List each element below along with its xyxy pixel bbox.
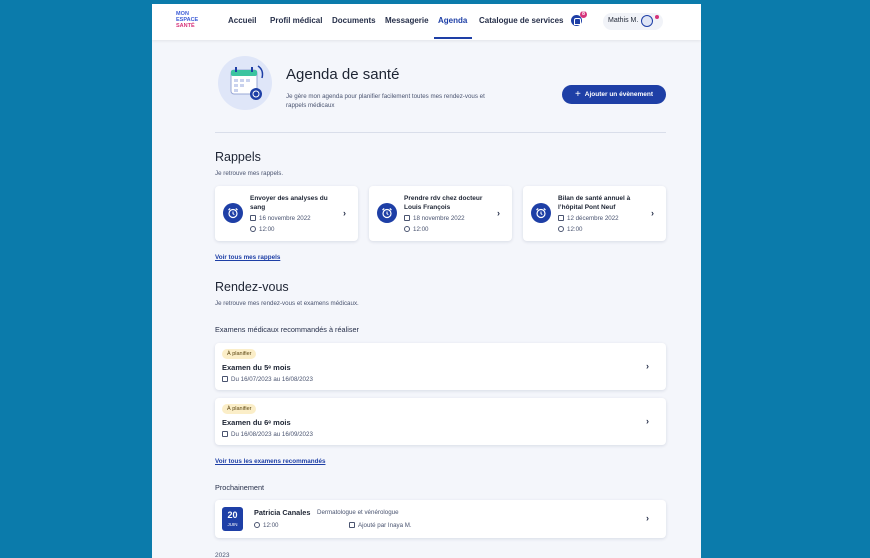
appointment-month: JUIN — [227, 522, 238, 527]
doctor-name: Patricia Canales — [254, 508, 311, 517]
exam-title: Examen du 6ᵉ mois — [222, 418, 291, 427]
year-label: 2023 — [215, 552, 230, 558]
reminder-card[interactable]: Envoyer des analyses du sang 16 novembre… — [215, 186, 358, 241]
reminder-title: Bilan de santé annuel à l’hôpital Pont N… — [558, 195, 631, 211]
exam-dates-text: Du 16/08/2023 au 16/09/2023 — [231, 431, 313, 438]
add-event-button[interactable]: + Ajouter un évènement — [562, 85, 666, 104]
top-navigation: MON ESPACE SANTÉ Accueil Profil médical … — [152, 4, 701, 40]
reminder-date-text: 18 novembre 2022 — [413, 215, 465, 222]
exam-dates-text: Du 16/07/2023 au 16/08/2023 — [231, 376, 313, 383]
nav-item-accueil[interactable]: Accueil — [228, 16, 256, 25]
calendar-icon — [250, 215, 256, 221]
reminder-date-text: 16 novembre 2022 — [259, 215, 311, 222]
alarm-clock-icon — [223, 203, 243, 223]
chevron-right-icon: › — [646, 361, 649, 371]
doctor-specialty: Dermatologue et vénérologue — [317, 509, 399, 516]
reminder-date: 18 novembre 2022 — [404, 215, 465, 222]
nav-item-messagerie[interactable]: Messagerie — [385, 16, 429, 25]
appointment-time-text: 12:00 — [263, 522, 279, 529]
section-title-rendez-vous: Rendez-vous — [215, 280, 289, 294]
reminder-date: 12 décembre 2022 — [558, 215, 619, 222]
page-subtitle: Je gère mon agenda pour planifier facile… — [286, 93, 485, 109]
user-name[interactable]: Mathis M. — [608, 17, 638, 24]
appointment-date-box: 20 JUIN — [222, 507, 243, 531]
calendar-icon — [230, 65, 264, 100]
logo[interactable]: MON ESPACE SANTÉ — [176, 11, 200, 31]
page-title: Agenda de santé — [286, 66, 400, 83]
chevron-right-icon: › — [651, 208, 654, 218]
chevron-right-icon: › — [497, 208, 500, 218]
reminder-date: 16 novembre 2022 — [250, 215, 311, 222]
appointment-day: 20 — [227, 510, 238, 520]
nav-item-agenda[interactable]: Agenda — [438, 16, 467, 25]
chevron-right-icon: › — [646, 513, 649, 523]
reminder-card[interactable]: Prendre rdv chez docteur Louis François … — [369, 186, 512, 241]
calendar-illustration — [218, 56, 272, 110]
exam-title: Examen du 5ᵉ mois — [222, 363, 291, 372]
clock-icon — [558, 226, 564, 232]
calendar-icon — [222, 431, 228, 437]
reminder-time: 12:00 — [404, 226, 428, 233]
exam-card[interactable]: À planifier Examen du 5ᵉ mois Du 16/07/2… — [215, 343, 666, 390]
calendar-icon — [222, 376, 228, 382]
reminder-date-text: 12 décembre 2022 — [567, 215, 619, 222]
app-window: MON ESPACE SANTÉ Accueil Profil médical … — [152, 4, 701, 558]
status-badge: À planifier — [222, 349, 257, 359]
chevron-right-icon: › — [343, 208, 346, 218]
exams-heading: Examens médicaux recommandés à réaliser — [215, 325, 359, 334]
appointment-time: 12:00 — [254, 522, 278, 529]
reminder-time-text: 12:00 — [259, 226, 275, 233]
nav-item-catalogue[interactable]: Catalogue de services — [479, 16, 563, 25]
avatar[interactable] — [641, 15, 653, 27]
alarm-clock-icon — [531, 203, 551, 223]
added-by-text: Ajouté par Inaya M. — [358, 522, 412, 529]
status-badge: À planifier — [222, 404, 257, 414]
added-by: Ajouté par Inaya M. — [349, 522, 412, 529]
add-event-label: Ajouter un évènement — [584, 91, 654, 98]
reminder-title: Envoyer des analyses du sang — [250, 195, 328, 211]
exam-dates: Du 16/08/2023 au 16/09/2023 — [222, 431, 313, 438]
nav-item-profil-medical[interactable]: Profil médical — [270, 16, 322, 25]
see-all-reminders-link[interactable]: Voir tous mes rappels — [215, 254, 280, 261]
exam-card[interactable]: À planifier Examen du 6ᵉ mois Du 16/08/2… — [215, 398, 666, 445]
clock-icon — [254, 522, 260, 528]
reminder-time: 12:00 — [558, 226, 582, 233]
reminder-title: Prendre rdv chez docteur Louis François — [404, 195, 483, 211]
reminder-time-text: 12:00 — [413, 226, 429, 233]
exam-dates: Du 16/07/2023 au 16/08/2023 — [222, 376, 313, 383]
appointment-card[interactable]: 20 JUIN Patricia Canales Dermatologue et… — [215, 500, 666, 538]
calendar-icon — [558, 215, 564, 221]
divider — [215, 132, 666, 133]
calendar-icon — [404, 215, 410, 221]
document-icon — [349, 522, 355, 528]
section-subtitle-rendez-vous: Je retrouve mes rendez-vous et examens m… — [215, 300, 359, 307]
section-subtitle-rappels: Je retrouve mes rappels. — [215, 170, 284, 177]
chevron-right-icon: › — [646, 416, 649, 426]
clock-icon — [250, 226, 256, 232]
nav-item-documents[interactable]: Documents — [332, 16, 376, 25]
upcoming-heading: Prochainement — [215, 483, 265, 492]
section-title-rappels: Rappels — [215, 150, 261, 164]
see-all-exams-link[interactable]: Voir tous les examens recommandés — [215, 458, 325, 465]
reminder-card[interactable]: Bilan de santé annuel à l’hôpital Pont N… — [523, 186, 666, 241]
status-dot — [655, 15, 659, 19]
reminder-time: 12:00 — [250, 226, 274, 233]
alarm-clock-icon — [377, 203, 397, 223]
active-tab-indicator — [434, 37, 472, 39]
reminder-time-text: 12:00 — [567, 226, 583, 233]
plus-icon: + — [574, 88, 581, 100]
notification-badge: 8 — [580, 11, 587, 18]
clock-icon — [404, 226, 410, 232]
